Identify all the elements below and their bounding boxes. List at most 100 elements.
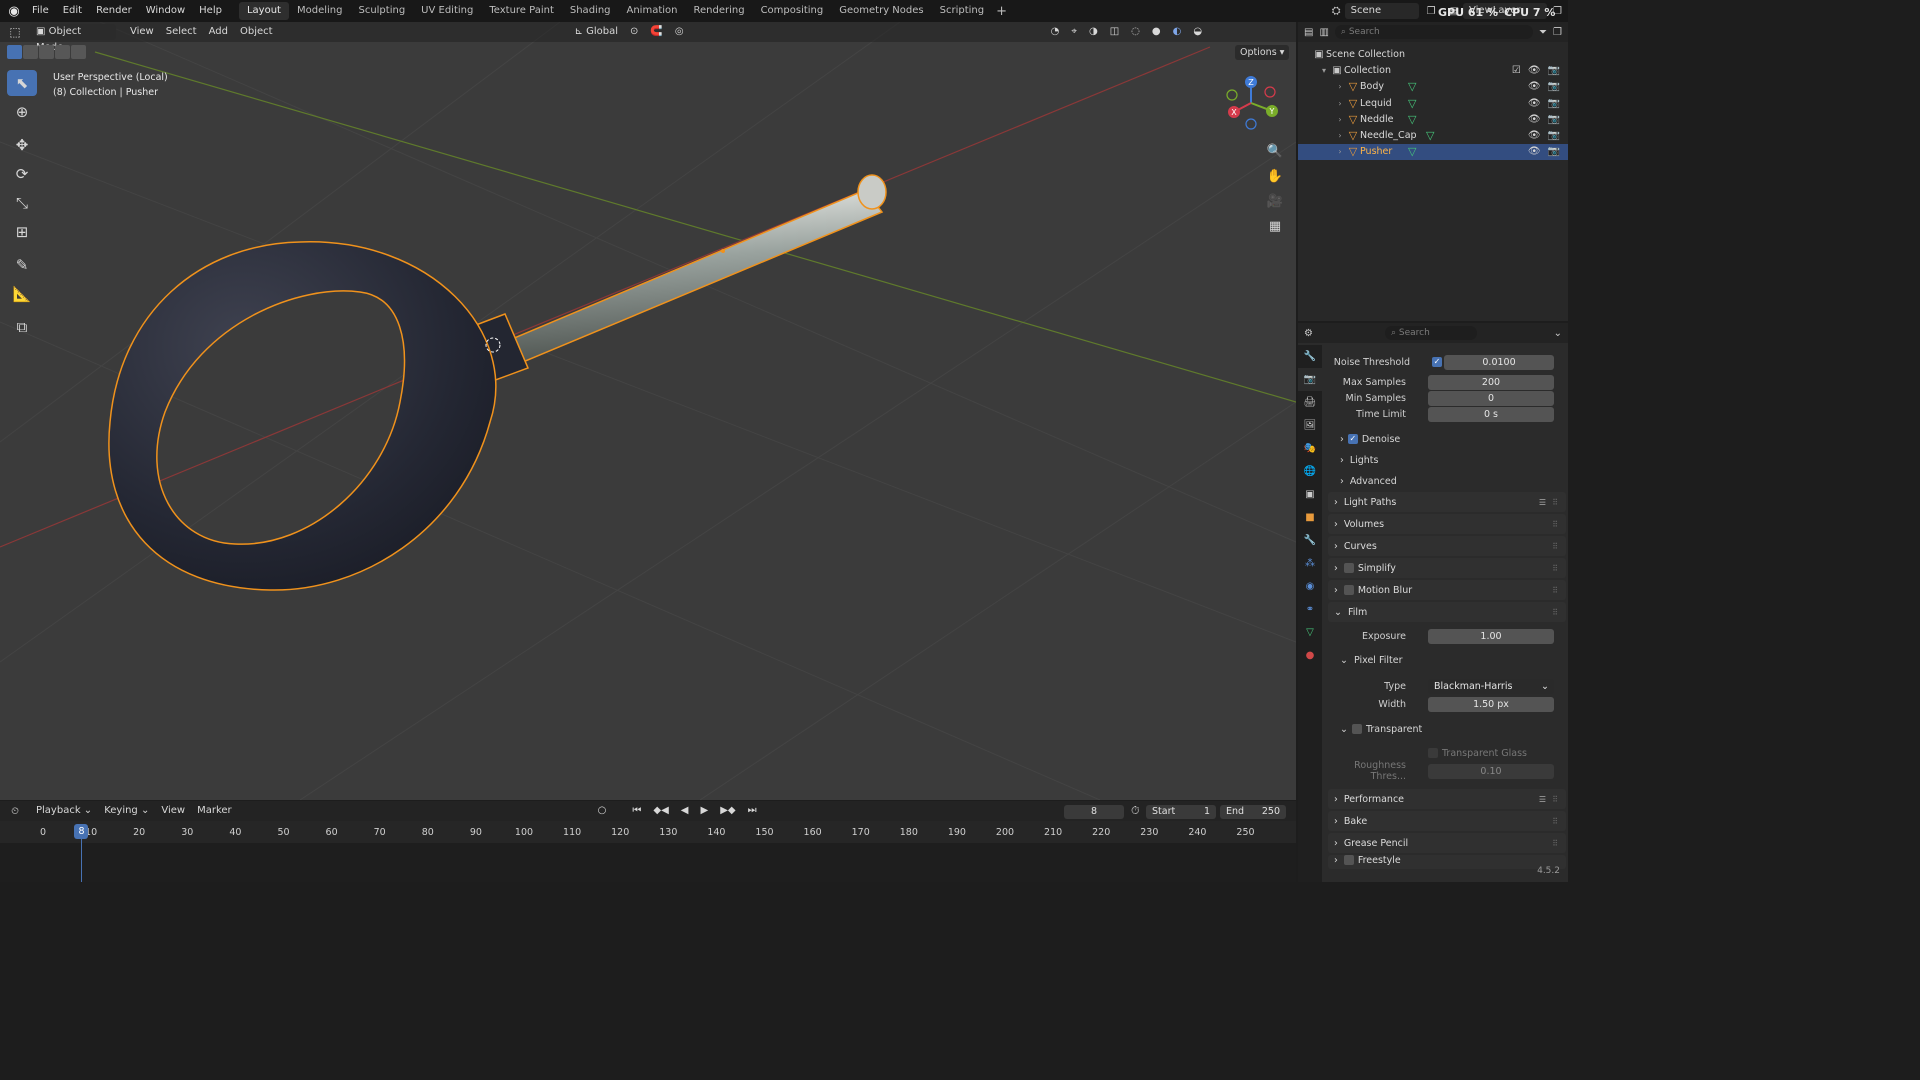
timeline-menu-marker[interactable]: Marker (191, 803, 238, 819)
drag-handle-icon[interactable]: ⠿ (1552, 817, 1558, 826)
presets-icon[interactable]: ☰ (1539, 498, 1546, 507)
timeline-menu-view[interactable]: View (155, 803, 191, 819)
denoise-subpanel[interactable]: › ✓ Denoise (1340, 430, 1562, 448)
expand-icon[interactable]: › (1334, 147, 1346, 156)
timeline-menu-keying[interactable]: Keying ⌄ (98, 803, 155, 819)
rendered-shading-icon[interactable]: ◒ (1187, 24, 1208, 40)
material-tab-icon[interactable]: ● (1298, 644, 1322, 667)
expand-icon[interactable]: › (1334, 131, 1346, 140)
timeline-menu-playback[interactable]: Playback ⌄ (30, 803, 98, 819)
viewport-menu-add[interactable]: Add (203, 24, 234, 40)
outliner-search-input[interactable]: ⌕ Search (1334, 25, 1534, 39)
viewport-menu-select[interactable]: Select (160, 24, 203, 40)
timeline-track[interactable] (0, 843, 1296, 882)
auto-keying-icon[interactable]: ○ (592, 803, 613, 819)
eye-icon[interactable]: 👁 (1528, 114, 1541, 125)
select-subtract-icon[interactable] (39, 45, 54, 59)
mesh-data-icon[interactable]: ▽ (1408, 113, 1416, 126)
pixel-filter-subpanel[interactable]: ⌄ Pixel Filter (1340, 651, 1562, 669)
transparent-glass-checkbox[interactable] (1428, 748, 1438, 758)
viewport-menu-object[interactable]: Object (234, 24, 279, 40)
select-invert-icon[interactable] (71, 45, 86, 59)
drag-handle-icon[interactable]: ⠿ (1552, 586, 1558, 595)
performance-panel[interactable]: › Performance ☰ ⠿ (1328, 789, 1566, 809)
eye-icon[interactable]: 👁 (1528, 98, 1541, 109)
eye-icon[interactable]: 👁 (1528, 81, 1541, 92)
add-cube-tool-icon[interactable]: ⧉ (7, 314, 37, 340)
drag-handle-icon[interactable]: ⠿ (1552, 520, 1558, 529)
tab-scripting[interactable]: Scripting (932, 2, 992, 20)
timeline-ruler[interactable]: 0 10 20 30 40 50 60 70 80 90 100 110 120 130 140 150 160… (0, 823, 1296, 843)
cursor-tool-icon[interactable]: ⊕ (7, 99, 37, 125)
visibility-icon[interactable]: ◔ (1045, 24, 1066, 40)
tab-compositing[interactable]: Compositing (753, 2, 832, 20)
jump-start-icon[interactable]: ⏮ (626, 803, 647, 819)
gizmo-toggle-icon[interactable]: ⌖ (1065, 24, 1083, 40)
denoise-checkbox[interactable]: ✓ (1347, 434, 1358, 444)
filter-type-dropdown[interactable]: Blackman-Harris ⌄ (1428, 678, 1554, 694)
measure-tool-icon[interactable]: 📐 (7, 281, 37, 307)
navigation-gizmo[interactable]: Z Y X (1222, 74, 1280, 132)
outliner-item-lequid[interactable]: › ▽ Lequid ▽ 👁 📷 (1298, 95, 1568, 111)
start-frame-field[interactable]: Start 1 (1146, 805, 1216, 819)
drag-handle-icon[interactable]: ⠿ (1552, 542, 1558, 551)
pivot-icon[interactable]: ⊙ (624, 24, 644, 40)
film-panel[interactable]: ⌄ Film ⠿ (1328, 602, 1566, 622)
mesh-data-icon[interactable]: ▽ (1408, 97, 1416, 110)
noise-threshold-field[interactable]: 0.0100 (1444, 354, 1554, 370)
tab-geometry-nodes[interactable]: Geometry Nodes (831, 2, 931, 20)
outliner-item-body[interactable]: › ▽ Body ▽ 👁 📷 (1298, 79, 1568, 95)
drag-handle-icon[interactable]: ⠿ (1552, 795, 1558, 804)
render-tab-icon[interactable]: 📷 (1298, 368, 1322, 391)
new-collection-icon[interactable]: ❐ (1553, 27, 1562, 38)
tab-sculpting[interactable]: Sculpting (350, 2, 413, 20)
light-paths-panel[interactable]: › Light Paths ☰ ⠿ (1328, 492, 1566, 512)
simplify-checkbox[interactable] (1343, 563, 1354, 573)
properties-search-input[interactable]: ⌕ Search (1384, 326, 1477, 340)
max-samples-field[interactable]: 200 (1428, 374, 1554, 390)
drag-handle-icon[interactable]: ⠿ (1552, 608, 1558, 617)
pan-hand-icon[interactable]: ✋ (1264, 165, 1286, 187)
mesh-data-icon[interactable]: ▽ (1408, 80, 1416, 93)
object-tab-icon[interactable]: ■ (1298, 506, 1322, 529)
data-tab-icon[interactable]: ▽ (1298, 621, 1322, 644)
transform-orientation[interactable]: ⊾ Global (569, 24, 624, 40)
camera-icon[interactable]: 📷 (1548, 65, 1560, 76)
drag-handle-icon[interactable]: ⠿ (1552, 564, 1558, 573)
presets-icon[interactable]: ☰ (1539, 795, 1546, 804)
eye-icon[interactable]: 👁 (1528, 146, 1541, 157)
collection-expand-icon[interactable]: ▾ (1318, 66, 1330, 75)
modifier-tab-icon[interactable]: 🔧 (1298, 529, 1322, 552)
bake-panel[interactable]: › Bake ⠿ (1328, 811, 1566, 831)
menu-file[interactable]: File (25, 0, 56, 22)
ortho-grid-icon[interactable]: ▦ (1264, 215, 1286, 237)
lights-subpanel[interactable]: › Lights (1340, 451, 1562, 469)
filter-icon[interactable]: ⏷ (1539, 27, 1547, 38)
editor-type-icon[interactable]: ⬚ (0, 25, 30, 39)
particles-tab-icon[interactable]: ⁂ (1298, 552, 1322, 575)
filter-width-field[interactable]: 1.50 px (1428, 696, 1554, 712)
tab-layout[interactable]: Layout (238, 2, 289, 20)
tab-modeling[interactable]: Modeling (289, 2, 351, 20)
scene-collection-row[interactable]: ▣ Scene Collection (1298, 46, 1568, 62)
physics-tab-icon[interactable]: ◉ (1298, 575, 1322, 598)
camera-view-icon[interactable]: 🎥 (1264, 190, 1286, 212)
scene-icon[interactable]: ⛭ (1332, 4, 1341, 18)
exposure-field[interactable]: 1.00 (1428, 628, 1554, 644)
world-tab-icon[interactable]: 🌐 (1298, 460, 1322, 483)
menu-edit[interactable]: Edit (56, 0, 89, 22)
camera-icon[interactable]: 📷 (1548, 130, 1560, 141)
constraints-tab-icon[interactable]: ⚭ (1298, 598, 1322, 621)
jump-end-icon[interactable]: ⏭ (742, 803, 763, 819)
freestyle-panel[interactable]: › Freestyle (1328, 855, 1566, 869)
xray-icon[interactable]: ◫ (1104, 24, 1125, 40)
outliner-editor-icon[interactable]: ▤ (1304, 27, 1313, 38)
tab-texture-paint[interactable]: Texture Paint (481, 2, 562, 20)
playhead[interactable]: 8 (74, 824, 89, 839)
scene-tab-icon[interactable]: 🎭 (1298, 437, 1322, 460)
3d-viewport[interactable]: ⬚ ▣ Object Mode View Select Add Object ⊾… (0, 22, 1296, 800)
jump-prev-keyframe-icon[interactable]: ◆◀ (647, 803, 674, 819)
collection-checkbox-icon[interactable]: ☑ (1512, 65, 1521, 76)
properties-editor-icon[interactable]: ⚙ (1304, 328, 1313, 339)
options-button[interactable]: Options ▾ (1235, 45, 1290, 60)
